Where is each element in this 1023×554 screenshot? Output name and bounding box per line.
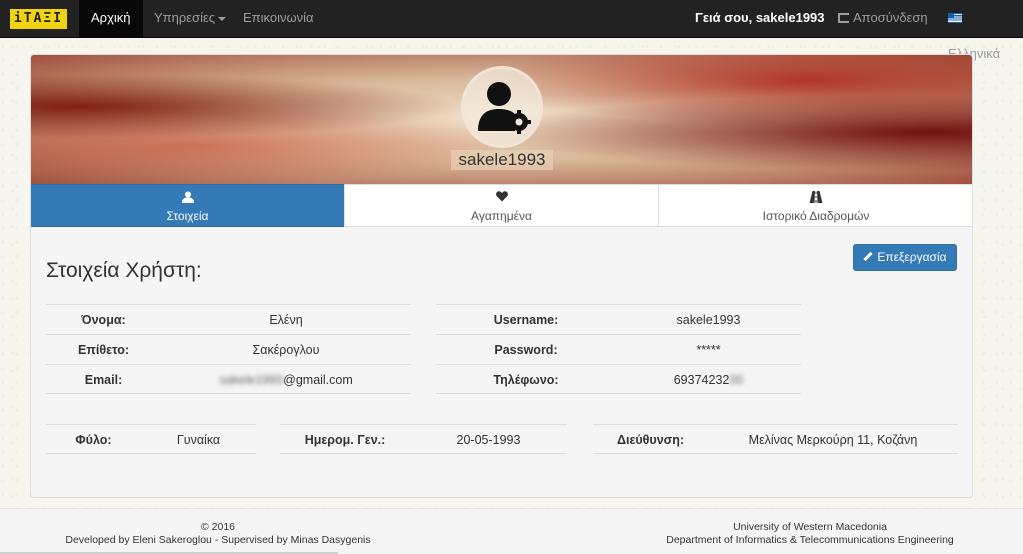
username-label: Username: bbox=[436, 304, 616, 334]
footer-developed-by: Developed by Eleni Sakeroglou - Supervis… bbox=[65, 534, 371, 546]
logout-label: Αποσύνδεση bbox=[853, 10, 928, 25]
user-greeting: Γειά σου, sakele1993 bbox=[695, 10, 825, 25]
address-label: Διεύθυνση: bbox=[593, 424, 708, 454]
top-navbar: iΤΑΞΙ Αρχική Υπηρεσίες Επικοινωνία Γειά … bbox=[0, 0, 1023, 61]
birthdate-value: 20-05-1993 bbox=[410, 424, 567, 454]
tab-details[interactable]: Στοιχεία bbox=[31, 184, 345, 227]
birthdate-label: Ημερομ. Γεν.: bbox=[280, 424, 410, 454]
nav-services-label: Υπηρεσίες bbox=[154, 10, 216, 25]
tab-favorites[interactable]: Αγαπημένα bbox=[344, 184, 659, 227]
footer-university: University of Western Macedonia bbox=[733, 521, 887, 533]
avatar bbox=[461, 66, 543, 148]
email-label: Email: bbox=[46, 364, 161, 394]
caret-down-icon bbox=[218, 16, 227, 21]
gender-label: Φύλο: bbox=[46, 424, 141, 454]
password-value: ***** bbox=[616, 334, 801, 364]
edit-button[interactable]: Επεξεργασία bbox=[853, 244, 957, 271]
last-name-value: Σακέρογλου bbox=[161, 334, 411, 364]
heart-icon bbox=[495, 191, 508, 205]
footer-copyright: © 2016 bbox=[200, 521, 235, 533]
footer-credits: © 2016 Developed by Eleni Sakeroglou - S… bbox=[0, 521, 436, 547]
footer-department: Department of Informatics & Telecommunic… bbox=[666, 534, 954, 546]
nav-services[interactable]: Υπηρεσίες bbox=[142, 0, 238, 38]
email-domain: @gmail.com bbox=[283, 373, 353, 387]
edit-button-label: Επεξεργασία bbox=[877, 250, 947, 264]
phone-label: Τηλέφωνο: bbox=[436, 364, 616, 394]
profile-panel: sakele1993 Στοιχεία Αγαπημένα Ιστορικό Δ… bbox=[30, 54, 973, 498]
profile-username: sakele1993 bbox=[451, 150, 553, 170]
nav-home[interactable]: Αρχική bbox=[79, 0, 143, 38]
email-value: sakele1993@gmail.com bbox=[161, 364, 411, 394]
logout-link[interactable]: Αποσύνδεση bbox=[826, 0, 940, 38]
tab-route-history-label: Ιστορικό Διαδρομών bbox=[762, 209, 870, 223]
phone-redacted: 00 bbox=[729, 373, 744, 387]
tab-favorites-label: Αγαπημένα bbox=[471, 209, 532, 223]
tab-details-label: Στοιχεία bbox=[166, 209, 209, 223]
page-footer: © 2016 Developed by Eleni Sakeroglou - S… bbox=[0, 508, 1023, 554]
email-redacted: sakele1993 bbox=[219, 373, 284, 387]
pencil-icon bbox=[863, 252, 874, 262]
user-icon bbox=[181, 191, 194, 206]
first-name-value: Ελένη bbox=[161, 304, 411, 334]
greek-flag-icon bbox=[948, 12, 962, 23]
road-icon bbox=[809, 191, 823, 206]
brand-logo[interactable]: iΤΑΞΙ bbox=[10, 9, 67, 29]
user-settings-icon bbox=[478, 82, 531, 134]
first-name-label: Όνομα: bbox=[46, 304, 161, 334]
logout-icon bbox=[838, 12, 849, 23]
phone-visible: 69374232 bbox=[673, 373, 730, 387]
tab-route-history[interactable]: Ιστορικό Διαδρομών bbox=[658, 184, 972, 227]
footer-institution: University of Western Macedonia Departme… bbox=[655, 521, 965, 547]
gender-value: Γυναίκα bbox=[141, 424, 256, 454]
address-value: Μελίνας Μερκούρη 11, Κοζάνη bbox=[708, 424, 958, 454]
section-title: Στοιχεία Χρήστη: bbox=[46, 259, 202, 282]
last-name-label: Επίθετο: bbox=[46, 334, 161, 364]
language-selector[interactable]: Ελληνικά bbox=[936, 0, 1023, 61]
phone-value: 6937423200 bbox=[616, 364, 801, 394]
nav-contact[interactable]: Επικοινωνία bbox=[231, 0, 326, 38]
username-value: sakele1993 bbox=[616, 304, 801, 334]
password-label: Password: bbox=[436, 334, 616, 364]
